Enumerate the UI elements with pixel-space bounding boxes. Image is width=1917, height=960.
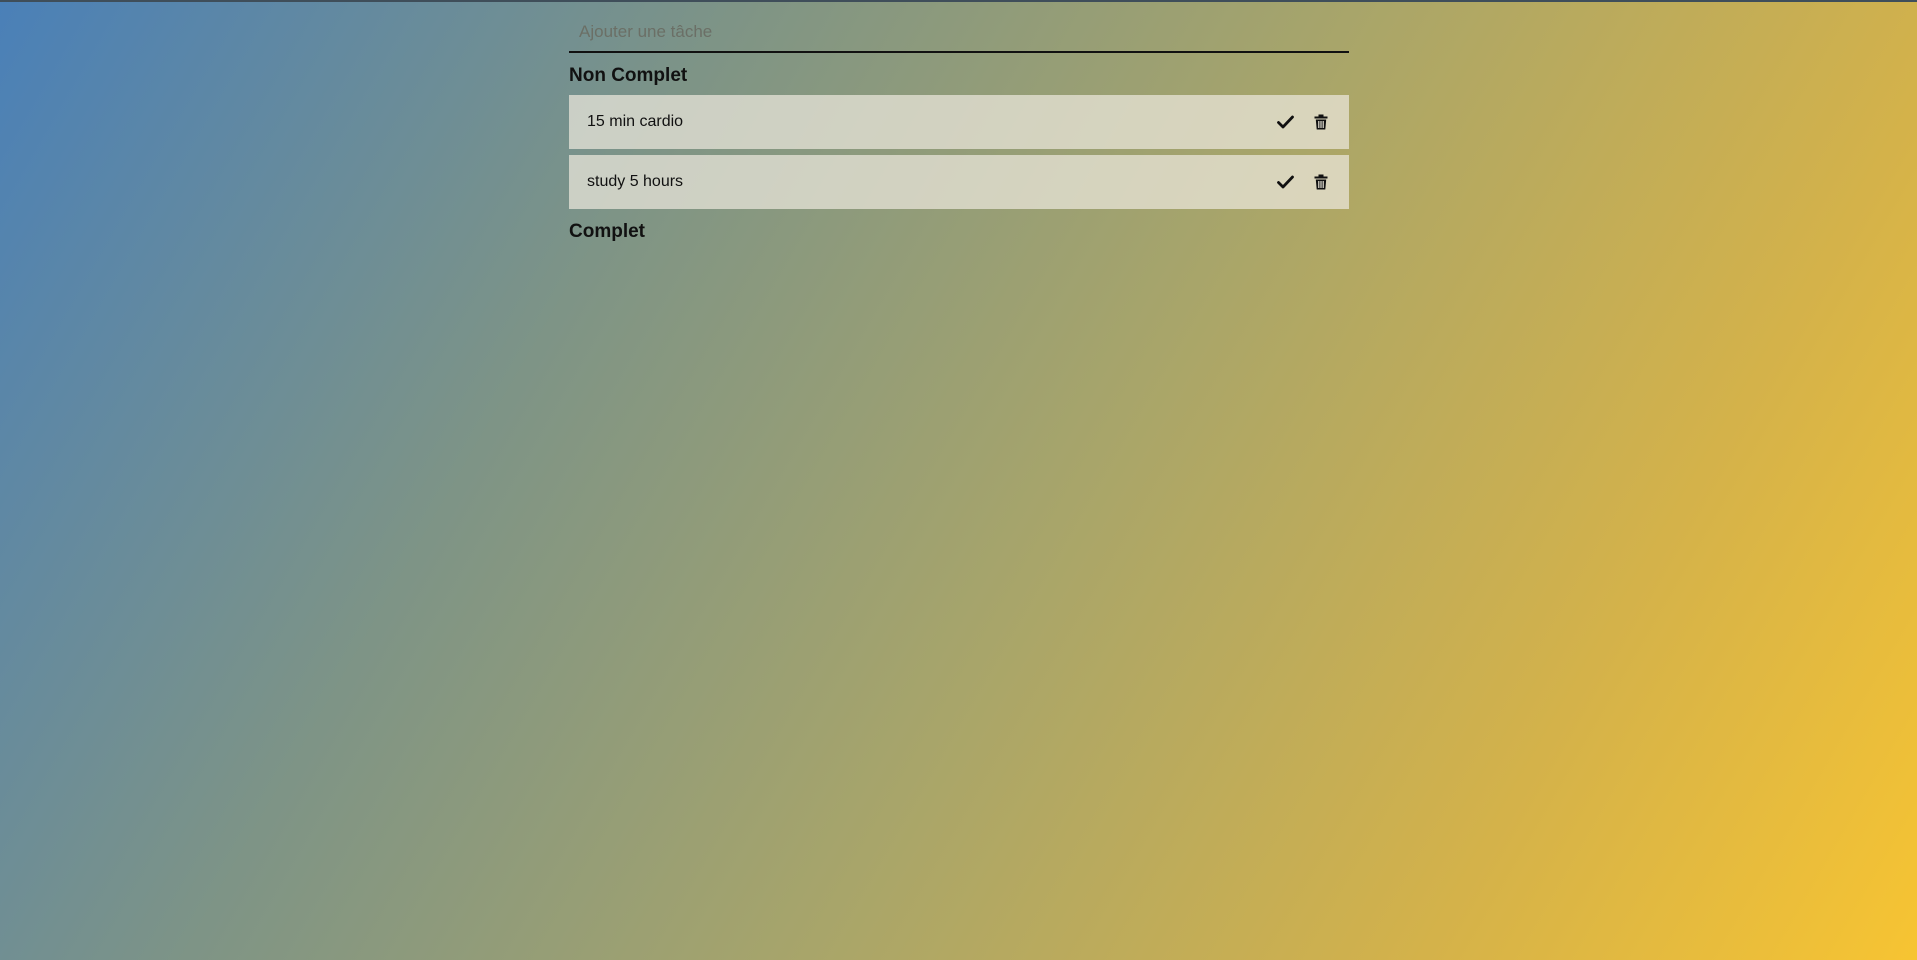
check-icon[interactable]	[1275, 172, 1295, 192]
trash-icon[interactable]	[1311, 172, 1331, 192]
incomplete-section-title: Non Complet	[569, 65, 688, 86]
check-icon[interactable]	[1275, 112, 1295, 132]
complete-section-title: Complet	[569, 221, 645, 242]
incomplete-task-list: 15 min cardio study 5 hours	[569, 95, 1349, 209]
task-actions	[1275, 172, 1331, 192]
top-border	[0, 0, 1917, 2]
task-actions	[1275, 112, 1331, 132]
add-task-input[interactable]	[569, 13, 1349, 53]
task-text: 15 min cardio	[587, 113, 684, 130]
task-text: study 5 hours	[587, 173, 684, 190]
list-item: 15 min cardio	[569, 95, 1349, 149]
trash-icon[interactable]	[1311, 112, 1331, 132]
todo-app: Non Complet 15 min cardio	[569, 13, 1349, 246]
list-item: study 5 hours	[569, 155, 1349, 209]
